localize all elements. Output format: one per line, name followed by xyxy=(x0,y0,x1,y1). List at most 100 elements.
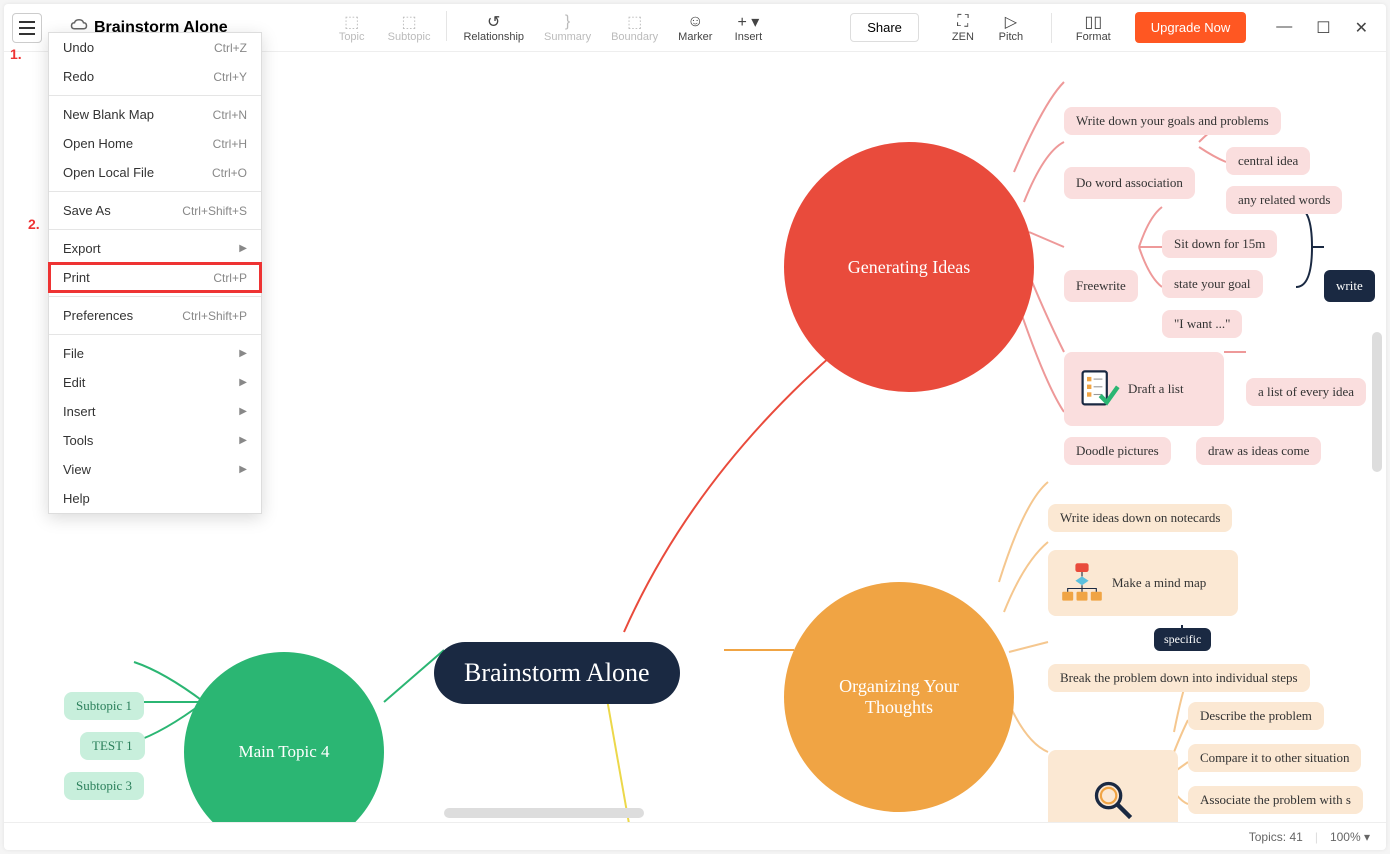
node-test-1[interactable]: TEST 1 xyxy=(80,732,145,760)
zoom-control[interactable]: 100% ▾ xyxy=(1330,830,1370,844)
node-word-association[interactable]: Do word association xyxy=(1064,167,1195,199)
node-write[interactable]: write xyxy=(1324,270,1375,302)
format-button[interactable]: ▯▯Format xyxy=(1068,11,1119,45)
menu-item-undo[interactable]: UndoCtrl+Z xyxy=(49,33,261,62)
node-i-want[interactable]: "I want ..." xyxy=(1162,310,1242,338)
node-make-mindmap-label: Make a mind map xyxy=(1112,575,1206,591)
node-describe[interactable]: Describe the problem xyxy=(1188,702,1324,730)
menu-item-open-local-file[interactable]: Open Local FileCtrl+O xyxy=(49,158,261,187)
menu-item-tools[interactable]: Tools▶ xyxy=(49,426,261,455)
menu-item-label: Insert xyxy=(63,404,96,419)
submenu-chevron-icon: ▶ xyxy=(239,406,247,417)
maximize-button[interactable]: ☐ xyxy=(1316,18,1330,38)
node-associate[interactable]: Associate the problem with s xyxy=(1188,786,1363,814)
menu-item-print[interactable]: PrintCtrl+P xyxy=(49,263,261,292)
menu-item-label: Preferences xyxy=(63,308,133,323)
node-cube-problem[interactable]: Cube the problem xyxy=(1048,750,1178,822)
node-draft-list[interactable]: Draft a list xyxy=(1064,352,1224,426)
summary-label: Summary xyxy=(544,31,591,43)
menu-item-label: Open Local File xyxy=(63,165,154,180)
node-related-words[interactable]: any related words xyxy=(1226,186,1342,214)
menu-item-export[interactable]: Export▶ xyxy=(49,234,261,263)
annotation-2: 2. xyxy=(28,216,40,232)
pitch-icon: ▷ xyxy=(1005,13,1017,31)
marker-button[interactable]: ☺Marker xyxy=(670,11,720,45)
vertical-scrollbar[interactable] xyxy=(1372,332,1382,472)
node-central-idea[interactable]: central idea xyxy=(1226,147,1310,175)
menu-item-insert[interactable]: Insert ▶ xyxy=(49,397,261,426)
menu-item-shortcut: Ctrl+H xyxy=(213,137,247,151)
menu-item-new-blank-map[interactable]: New Blank Map Ctrl+N xyxy=(49,100,261,129)
zen-button[interactable]: ⛶ZEN xyxy=(939,11,987,45)
subtopic-button[interactable]: ⬚Subtopic xyxy=(380,11,439,45)
hamburger-menu-button[interactable] xyxy=(12,13,42,43)
menu-item-edit[interactable]: Edit▶ xyxy=(49,368,261,397)
node-generating-ideas[interactable]: Generating Ideas xyxy=(784,142,1034,392)
marker-icon: ☺ xyxy=(687,13,703,31)
menu-item-shortcut: Ctrl+N xyxy=(213,108,247,122)
menu-item-open-home[interactable]: Open Home Ctrl+H xyxy=(49,129,261,158)
upgrade-button[interactable]: Upgrade Now xyxy=(1135,12,1247,43)
menu-item-label: Redo xyxy=(63,69,94,84)
node-draw-as[interactable]: draw as ideas come xyxy=(1196,437,1321,465)
node-specific-label[interactable]: specific xyxy=(1154,628,1211,651)
node-doodle[interactable]: Doodle pictures xyxy=(1064,437,1171,465)
relationship-button[interactable]: ↺Relationship xyxy=(455,11,532,45)
relationship-icon: ↺ xyxy=(487,13,500,31)
node-break-problem[interactable]: Break the problem down into individual s… xyxy=(1048,664,1310,692)
menu-item-shortcut: Ctrl+Shift+S xyxy=(182,204,247,218)
menu-item-label: File xyxy=(63,346,84,361)
menu-item-label: Undo xyxy=(63,40,94,55)
menu-item-label: New Blank Map xyxy=(63,107,154,122)
node-subtopic-3[interactable]: Subtopic 3 xyxy=(64,772,144,800)
submenu-chevron-icon: ▶ xyxy=(239,243,247,254)
boundary-button[interactable]: ⬚Boundary xyxy=(603,11,666,45)
node-write-goals[interactable]: Write down your goals and problems xyxy=(1064,107,1281,135)
node-state-goal[interactable]: state your goal xyxy=(1162,270,1263,298)
node-freewrite[interactable]: Freewrite xyxy=(1064,270,1138,302)
node-make-mindmap[interactable]: Make a mind map xyxy=(1048,550,1238,616)
menu-item-view[interactable]: View▶ xyxy=(49,455,261,484)
menu-item-save-as[interactable]: Save AsCtrl+Shift+S xyxy=(49,196,261,225)
node-organizing-thoughts[interactable]: Organizing Your Thoughts xyxy=(784,582,1014,812)
magnifier-icon xyxy=(1091,778,1135,822)
close-button[interactable]: ✕ xyxy=(1355,18,1368,38)
node-draft-list-label: Draft a list xyxy=(1128,381,1184,397)
status-bar: Topics: 41 | 100% ▾ xyxy=(4,822,1386,850)
menu-item-help[interactable]: Help xyxy=(49,484,261,513)
minimize-button[interactable]: — xyxy=(1276,18,1292,38)
node-main-topic-4[interactable]: Main Topic 4 xyxy=(184,652,384,822)
insert-label: Insert xyxy=(735,31,763,43)
boundary-label: Boundary xyxy=(611,31,658,43)
summary-button[interactable]: }Summary xyxy=(536,11,599,45)
pitch-button[interactable]: ▷Pitch xyxy=(987,11,1035,45)
node-compare[interactable]: Compare it to other situation xyxy=(1188,744,1361,772)
horizontal-scrollbar[interactable] xyxy=(444,808,644,818)
topic-button[interactable]: ⬚Topic xyxy=(328,11,376,45)
pitch-label: Pitch xyxy=(999,31,1023,43)
window-controls: — ☐ ✕ xyxy=(1276,18,1368,38)
orgchart-icon xyxy=(1060,561,1104,605)
menu-item-redo[interactable]: RedoCtrl+Y xyxy=(49,62,261,91)
node-organizing-thoughts-label: Organizing Your Thoughts xyxy=(824,676,974,718)
insert-icon: + ▾ xyxy=(737,13,759,31)
checklist-icon xyxy=(1076,367,1120,411)
format-icon: ▯▯ xyxy=(1085,13,1103,31)
node-notecards[interactable]: Write ideas down on notecards xyxy=(1048,504,1232,532)
submenu-chevron-icon: ▶ xyxy=(239,377,247,388)
node-sit-down[interactable]: Sit down for 15m xyxy=(1162,230,1277,258)
node-every-idea[interactable]: a list of every idea xyxy=(1246,378,1366,406)
central-topic[interactable]: Brainstorm Alone xyxy=(434,642,680,704)
menu-item-preferences[interactable]: PreferencesCtrl+Shift+P xyxy=(49,301,261,330)
share-button[interactable]: Share xyxy=(850,13,919,42)
menu-item-label: Open Home xyxy=(63,136,133,151)
menu-item-label: View xyxy=(63,462,91,477)
topic-label: Topic xyxy=(339,31,365,43)
menu-item-shortcut: Ctrl+P xyxy=(213,271,247,285)
main-menu-dropdown: UndoCtrl+ZRedoCtrl+Y New Blank Map Ctrl+N O… xyxy=(48,32,262,514)
insert-button[interactable]: + ▾Insert xyxy=(724,11,772,45)
menu-item-file[interactable]: File ▶ xyxy=(49,339,261,368)
submenu-chevron-icon: ▶ xyxy=(239,435,247,446)
submenu-chevron-icon: ▶ xyxy=(239,348,247,359)
node-subtopic-1[interactable]: Subtopic 1 xyxy=(64,692,144,720)
